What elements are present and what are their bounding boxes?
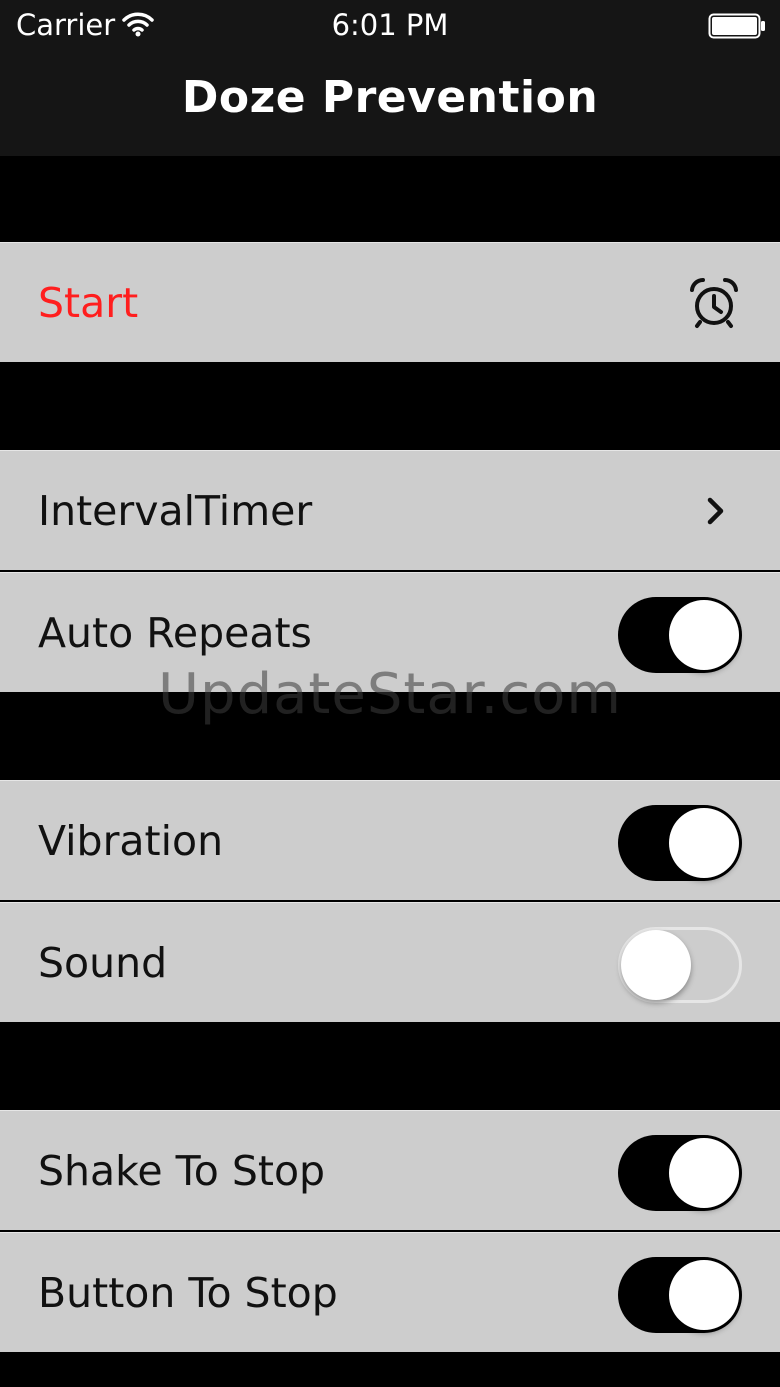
navigation-bar: Doze Prevention bbox=[0, 52, 780, 156]
interval-timer-cell[interactable]: IntervalTimer bbox=[0, 450, 780, 570]
status-time: 6:01 PM bbox=[331, 8, 449, 42]
status-bar: Carrier 6:01 PM bbox=[0, 0, 780, 52]
toggle-knob bbox=[621, 930, 691, 1000]
button-to-stop-cell: Button To Stop bbox=[0, 1232, 780, 1352]
sound-toggle[interactable] bbox=[618, 927, 742, 1003]
start-cell[interactable]: Start bbox=[0, 242, 780, 362]
vibration-cell: Vibration bbox=[0, 780, 780, 900]
button-to-stop-toggle[interactable] bbox=[618, 1257, 742, 1333]
page-title: Doze Prevention bbox=[181, 72, 599, 123]
button-to-stop-label: Button To Stop bbox=[38, 1269, 338, 1317]
toggle-knob bbox=[669, 600, 739, 670]
auto-repeats-toggle[interactable] bbox=[618, 597, 742, 673]
auto-repeats-cell: Auto Repeats bbox=[0, 572, 780, 692]
app-screen: Carrier 6:01 PM Doze Prevention Start In bbox=[0, 0, 780, 1387]
sound-label: Sound bbox=[38, 939, 168, 987]
toggle-knob bbox=[669, 1260, 739, 1330]
vibration-label: Vibration bbox=[38, 817, 224, 865]
toggle-knob bbox=[669, 1138, 739, 1208]
shake-to-stop-toggle[interactable] bbox=[618, 1135, 742, 1211]
shake-to-stop-cell: Shake To Stop bbox=[0, 1110, 780, 1230]
sound-cell: Sound bbox=[0, 902, 780, 1022]
start-label: Start bbox=[38, 279, 139, 327]
interval-timer-label: IntervalTimer bbox=[38, 487, 313, 535]
shake-to-stop-label: Shake To Stop bbox=[38, 1147, 326, 1195]
chevron-right-icon bbox=[707, 497, 724, 525]
auto-repeats-label: Auto Repeats bbox=[38, 609, 312, 657]
vibration-toggle[interactable] bbox=[618, 805, 742, 881]
toggle-knob bbox=[669, 808, 739, 878]
alarm-clock-icon bbox=[690, 277, 738, 328]
battery-full-icon bbox=[708, 13, 765, 39]
